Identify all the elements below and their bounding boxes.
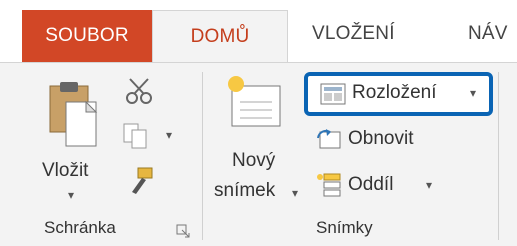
layout-label: Rozložení xyxy=(352,82,437,103)
cut-icon[interactable] xyxy=(124,76,154,106)
reset-button[interactable]: Obnovit xyxy=(316,126,476,156)
tab-home[interactable]: DOMŮ xyxy=(152,10,288,64)
layout-icon xyxy=(320,83,346,105)
paste-label: Vložit xyxy=(42,160,89,181)
section-button[interactable]: Oddíl ▾ xyxy=(316,172,476,202)
new-slide-icon xyxy=(228,76,281,127)
new-slide-label-line1: Nový xyxy=(232,150,276,171)
chevron-down-icon: ▾ xyxy=(292,186,299,200)
slides-group-label: Snímky xyxy=(316,218,373,237)
new-slide-button[interactable]: Nový snímek ▾ xyxy=(214,72,304,212)
ribbon-tab-bar: SOUBOR DOMŮ VLOŽENÍ NÁV xyxy=(0,0,517,64)
section-label: Oddíl xyxy=(348,174,394,195)
reset-icon xyxy=(317,129,341,149)
section-icon xyxy=(317,173,341,197)
chevron-down-icon: ▾ xyxy=(470,86,477,100)
copy-icon xyxy=(123,123,147,149)
chevron-down-icon: ▾ xyxy=(426,178,433,192)
tab-insert[interactable]: VLOŽENÍ xyxy=(312,8,395,60)
format-painter-icon[interactable] xyxy=(124,166,156,198)
group-separator xyxy=(202,72,203,240)
chevron-down-icon: ▾ xyxy=(166,128,173,142)
layout-button[interactable]: Rozložení ▾ xyxy=(304,72,493,116)
dialog-launcher-icon[interactable] xyxy=(176,224,190,238)
tab-file[interactable]: SOUBOR xyxy=(22,10,152,62)
new-slide-label-line2: snímek xyxy=(214,180,276,201)
copy-button[interactable]: ▾ xyxy=(122,122,178,152)
paste-icon xyxy=(49,82,98,147)
paste-button[interactable]: Vložit ▾ xyxy=(38,76,108,204)
chevron-down-icon: ▾ xyxy=(68,188,75,202)
group-separator xyxy=(498,72,499,240)
tab-design[interactable]: NÁV xyxy=(468,8,508,60)
reset-label: Obnovit xyxy=(348,128,414,149)
clipboard-group-label: Schránka xyxy=(44,218,116,237)
